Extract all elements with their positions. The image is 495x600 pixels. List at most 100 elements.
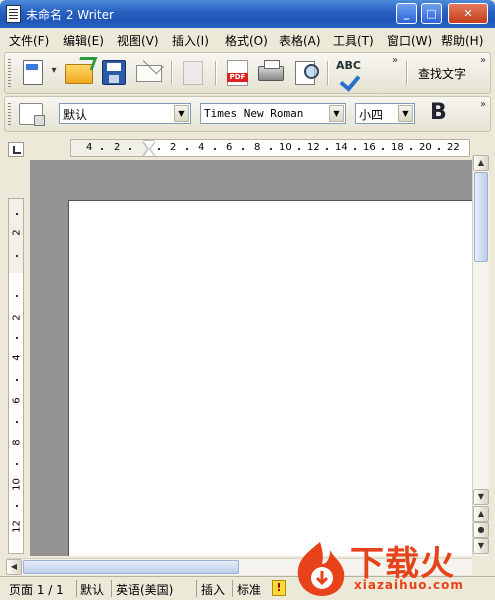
- ruler-dot: [16, 379, 18, 381]
- vertical-scroll-thumb[interactable]: [474, 172, 488, 262]
- ruler-label: 8: [11, 439, 23, 446]
- ruler-label: 18: [391, 142, 404, 153]
- ruler-dot: [410, 148, 412, 150]
- minimize-button[interactable]: _: [396, 3, 417, 24]
- format-overflow-icon[interactable]: »: [478, 99, 488, 110]
- menu-tools[interactable]: 工具(T): [333, 32, 374, 49]
- ruler-label: 4: [11, 354, 23, 361]
- font-name-select[interactable]: Times New Roman ▼: [200, 103, 346, 124]
- save-button[interactable]: [98, 58, 130, 88]
- toolbar-separator: [327, 61, 328, 85]
- navigator-icon[interactable]: ●: [473, 522, 489, 538]
- export-pdf-button[interactable]: PDF: [221, 58, 253, 88]
- email-button[interactable]: [133, 58, 165, 88]
- ruler-dot: [16, 295, 18, 297]
- vertical-scrollbar[interactable]: ▲ ▼ ▲ ● ▼: [472, 155, 489, 556]
- ruler-label: 2: [11, 229, 23, 236]
- chevron-down-icon[interactable]: ▼: [174, 105, 189, 122]
- ruler-label: 22: [447, 142, 460, 153]
- vertical-ruler[interactable]: 2 2 4 6 8 10 12: [8, 198, 24, 554]
- next-page-icon[interactable]: ▼: [473, 538, 489, 554]
- ruler-dot: [16, 463, 18, 465]
- ruler-dot: [16, 337, 18, 339]
- new-dropdown-arrow-icon[interactable]: ▾: [49, 65, 59, 76]
- xiazaihuo-logo-icon: [297, 542, 345, 596]
- menu-format[interactable]: 格式(O): [225, 32, 268, 49]
- document-modified-icon[interactable]: !: [272, 580, 286, 596]
- status-divider: [196, 580, 197, 597]
- save-icon: [102, 60, 126, 85]
- menu-help[interactable]: 帮助(H): [441, 32, 483, 49]
- page-count-status[interactable]: 页面 1 / 1: [9, 581, 64, 598]
- indent-marker-icon[interactable]: [143, 141, 155, 156]
- font-size-value: 小四: [359, 108, 384, 122]
- page-style-status[interactable]: 默认: [80, 581, 104, 598]
- scroll-down-icon[interactable]: ▼: [473, 489, 489, 505]
- ruler-dot: [16, 421, 18, 423]
- formatting-toolbar: 默认 ▼ Times New Roman ▼ 小四 ▼ B »: [4, 96, 491, 132]
- language-status[interactable]: 英语(美国): [116, 581, 173, 598]
- ruler-dot: [354, 148, 356, 150]
- print-button[interactable]: [255, 58, 287, 88]
- ruler-dot: [186, 148, 188, 150]
- maximize-button[interactable]: □: [421, 3, 442, 24]
- find-text-button[interactable]: 查找文字: [418, 65, 466, 82]
- ruler-dot: [129, 148, 131, 150]
- ruler-dot: [270, 148, 272, 150]
- horizontal-scroll-thumb[interactable]: [23, 560, 239, 574]
- toolbar-separator: [171, 61, 172, 85]
- ruler-dot: [326, 148, 328, 150]
- open-button[interactable]: [63, 58, 95, 88]
- ruler-dot: [16, 255, 18, 257]
- ruler-label: 2: [11, 314, 23, 321]
- spellcheck-button[interactable]: ABC: [333, 58, 365, 88]
- styles-formatting-icon[interactable]: [17, 101, 45, 127]
- menu-edit[interactable]: 编辑(E): [63, 32, 104, 49]
- ruler-label: 2: [170, 142, 177, 153]
- font-size-select[interactable]: 小四 ▼: [355, 103, 415, 124]
- menu-insert[interactable]: 插入(I): [172, 32, 209, 49]
- close-button[interactable]: ✕: [448, 3, 488, 24]
- chevron-down-icon[interactable]: ▼: [329, 105, 344, 122]
- toolbar-grip[interactable]: [8, 103, 11, 125]
- new-document-button[interactable]: [17, 58, 49, 88]
- ruler-label: 6: [11, 397, 23, 404]
- ruler-dot: [101, 148, 103, 150]
- pdf-label: PDF: [227, 73, 248, 82]
- ruler-label: 14: [335, 142, 348, 153]
- ruler-label: 2: [114, 142, 121, 153]
- menu-table[interactable]: 表格(A): [279, 32, 321, 49]
- ruler-dot: [242, 148, 244, 150]
- page-preview-button[interactable]: [291, 58, 323, 88]
- selection-mode-status[interactable]: 标准: [237, 581, 261, 598]
- bold-button[interactable]: B: [430, 100, 447, 125]
- ruler-label: 10: [279, 142, 292, 153]
- toolbar-overflow-icon[interactable]: »: [390, 55, 400, 66]
- scroll-up-icon[interactable]: ▲: [473, 155, 489, 171]
- edit-file-button[interactable]: [177, 58, 209, 88]
- horizontal-ruler[interactable]: 4 2 2 4 6 8 10 12 14 16 18 20 22: [70, 139, 470, 157]
- menu-file[interactable]: 文件(F): [9, 32, 49, 49]
- find-overflow-icon[interactable]: »: [478, 55, 488, 66]
- new-document-icon: [23, 60, 43, 85]
- ruler-margin-area: [71, 140, 147, 156]
- previous-page-icon[interactable]: ▲: [473, 506, 489, 522]
- menu-bar: 文件(F) 编辑(E) 视图(V) 插入(I) 格式(O) 表格(A) 工具(T…: [0, 28, 495, 50]
- ruler-dot: [438, 148, 440, 150]
- chevron-down-icon[interactable]: ▼: [398, 105, 413, 122]
- toolbar-grip[interactable]: [8, 59, 11, 87]
- ruler-label: 4: [198, 142, 205, 153]
- scroll-left-icon[interactable]: ◀: [6, 559, 22, 575]
- paragraph-style-select[interactable]: 默认 ▼: [59, 103, 191, 124]
- font-name-value: Times New Roman: [204, 107, 304, 120]
- menu-window[interactable]: 窗口(W): [387, 32, 432, 49]
- ruler-dot: [16, 505, 18, 507]
- print-icon: [258, 60, 284, 81]
- insert-mode-status[interactable]: 插入: [201, 581, 225, 598]
- edit-document-icon: [183, 61, 203, 85]
- writer-app-icon: [6, 5, 21, 23]
- menu-view[interactable]: 视图(V): [117, 32, 159, 49]
- email-document-icon: [136, 65, 162, 82]
- tab-stop-selector-icon[interactable]: [8, 142, 24, 157]
- document-page[interactable]: [68, 200, 472, 556]
